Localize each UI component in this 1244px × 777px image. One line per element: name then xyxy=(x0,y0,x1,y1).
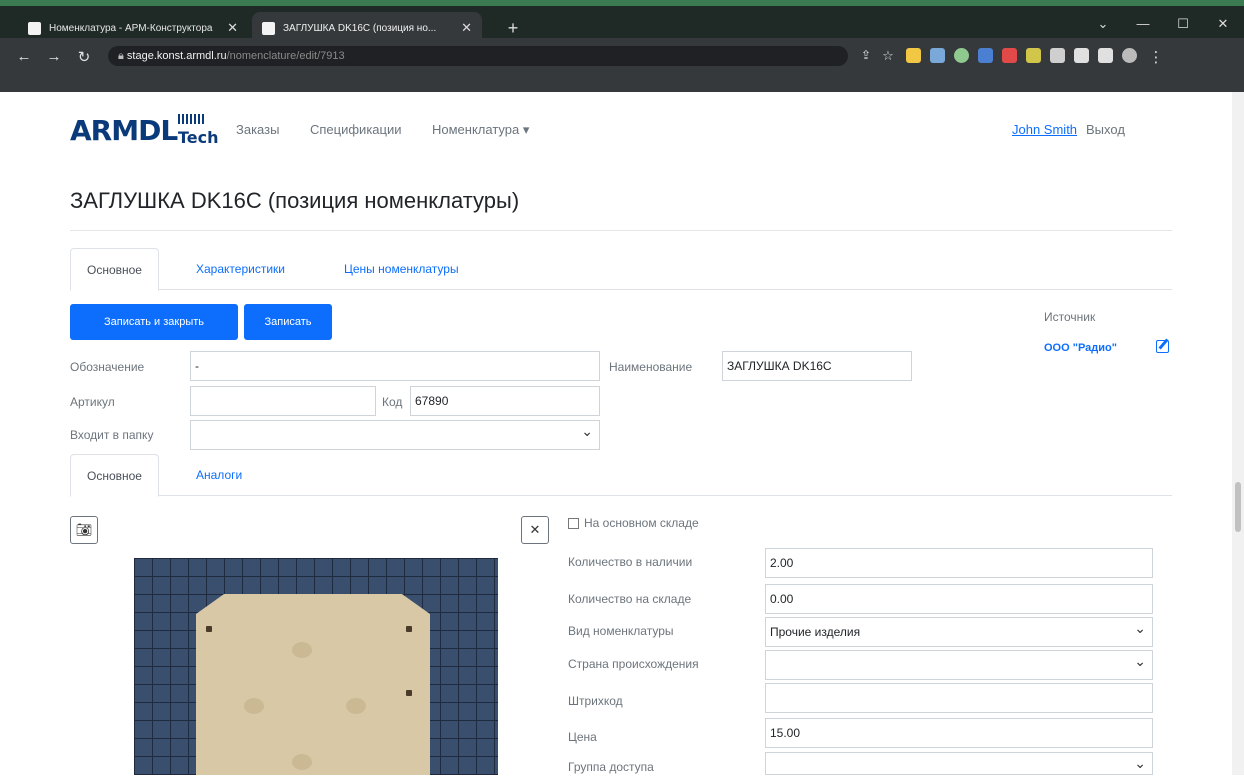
quantity-available-input[interactable]: 2.00 xyxy=(765,548,1153,578)
extension-icon[interactable] xyxy=(954,48,969,63)
country-label: Страна происхождения xyxy=(568,657,699,671)
quantity-warehouse-input[interactable]: 0.00 xyxy=(765,584,1153,614)
tab-search-icon[interactable]: ⌄ xyxy=(1090,16,1116,32)
share-icon[interactable]: ⇪ xyxy=(856,48,876,62)
close-window-icon[interactable]: ✕ xyxy=(1210,16,1236,32)
sub-tabs: Основное Аналоги xyxy=(70,454,1172,497)
tab-characteristics[interactable]: Характеристики xyxy=(180,248,301,290)
nomenclature-type-label: Вид номенклатуры xyxy=(568,624,674,638)
save-close-button[interactable]: Записать и закрыть xyxy=(70,304,238,340)
source-label: Источник xyxy=(1044,310,1096,324)
camera-button[interactable]: 📷︎ xyxy=(70,516,98,544)
logo-bars-icon xyxy=(178,114,206,124)
scrollbar-thumb[interactable] xyxy=(1235,482,1241,532)
extension-icon[interactable] xyxy=(1026,48,1041,63)
logout-link[interactable]: Выход xyxy=(1086,122,1125,137)
extension-icon[interactable] xyxy=(1050,48,1065,63)
nav-nomenclature-dropdown[interactable]: Номенклатура ▾ xyxy=(432,122,529,138)
quantity-available-label: Количество в наличии xyxy=(568,555,693,569)
access-group-select[interactable] xyxy=(765,749,1153,777)
url-path: /nomenclature/edit/7913 xyxy=(226,50,345,62)
designation-label: Обозначение xyxy=(70,360,145,374)
plate-spot xyxy=(244,698,264,714)
photo-plate xyxy=(196,594,430,775)
page-title: ЗАГЛУШКА DK16C (позиция номенклатуры) xyxy=(70,188,520,213)
price-input[interactable]: 15.00 xyxy=(765,718,1153,748)
save-button[interactable]: Записать xyxy=(244,304,332,340)
lock-icon: 🔒︎ xyxy=(118,50,127,62)
close-icon: ✕ xyxy=(529,522,541,537)
logo-sub: Tech xyxy=(178,128,219,147)
close-tab-icon[interactable]: ✕ xyxy=(461,20,472,36)
quantity-warehouse-label: Количество на складе xyxy=(568,592,692,606)
user-link[interactable]: John Smith xyxy=(1012,122,1077,137)
nomenclature-type-select[interactable]: Прочие изделия xyxy=(765,614,1153,647)
plate-spot xyxy=(346,698,366,714)
address-input[interactable]: 🔒︎ stage.konst.armdl.ru/nomenclature/edi… xyxy=(108,46,848,66)
barcode-input[interactable] xyxy=(765,683,1153,713)
product-photo xyxy=(134,558,498,775)
tab-prices[interactable]: Цены номенклатуры xyxy=(328,248,475,290)
plate-spot xyxy=(292,754,312,770)
reload-icon[interactable]: ↻ xyxy=(74,48,94,66)
logo-text: ARMDL xyxy=(70,114,178,147)
close-tab-icon[interactable]: ✕ xyxy=(227,20,238,36)
designation-input[interactable]: - xyxy=(190,351,600,381)
article-input[interactable] xyxy=(190,386,376,416)
extension-icon[interactable] xyxy=(1002,48,1017,63)
subtab-main[interactable]: Основное xyxy=(70,454,159,497)
extension-icon[interactable] xyxy=(930,48,945,63)
nav-specifications[interactable]: Спецификации xyxy=(310,122,402,137)
main-tabs: Основное Характеристики Цены номенклатур… xyxy=(70,248,1172,291)
price-label: Цена xyxy=(568,730,597,744)
side-panel-icon[interactable] xyxy=(1098,48,1113,63)
tab-main[interactable]: Основное xyxy=(70,248,159,291)
main-warehouse-label: На основном складе xyxy=(584,516,699,530)
edit-icon[interactable] xyxy=(1156,340,1169,353)
site-navbar: ARMDL Tech Заказы Спецификации Номенклат… xyxy=(70,110,1170,150)
plate-spot xyxy=(292,642,312,658)
plate-hole xyxy=(206,626,212,632)
new-tab-icon[interactable]: + xyxy=(502,18,524,40)
maximize-icon[interactable]: ☐ xyxy=(1170,16,1196,32)
barcode-label: Штрихкод xyxy=(568,694,623,708)
page-favicon-icon xyxy=(262,21,275,35)
brand-logo[interactable]: ARMDL Tech xyxy=(70,114,219,147)
forward-icon[interactable]: → xyxy=(44,48,64,65)
main-warehouse-checkbox[interactable] xyxy=(568,518,579,529)
page-content: ARMDL Tech Заказы Спецификации Номенклат… xyxy=(0,92,1232,777)
code-input[interactable]: 67890 xyxy=(410,386,600,416)
extension-icon[interactable] xyxy=(906,48,921,63)
nav-orders[interactable]: Заказы xyxy=(236,122,279,137)
camera-icon: 📷︎ xyxy=(75,522,93,537)
bookmark-star-icon[interactable]: ☆ xyxy=(878,48,898,64)
name-label: Наименование xyxy=(609,360,693,374)
name-input[interactable]: ЗАГЛУШКА DK16C xyxy=(722,351,912,381)
tab-title: Номенклатура - АРМ-Конструктора xyxy=(49,22,213,34)
source-link[interactable]: ООО "Радио" xyxy=(1044,342,1117,354)
profile-avatar-icon[interactable] xyxy=(1122,48,1137,63)
code-label: Код xyxy=(382,395,403,409)
subtab-analogs[interactable]: Аналоги xyxy=(180,454,258,496)
plate-hole xyxy=(406,626,412,632)
back-icon[interactable]: ← xyxy=(14,48,34,65)
folder-label: Входит в папку xyxy=(70,428,154,442)
article-label: Артикул xyxy=(70,395,115,409)
minimize-icon[interactable]: — xyxy=(1130,16,1156,31)
page-favicon-icon xyxy=(28,21,41,35)
folder-select[interactable] xyxy=(190,417,600,450)
browser-tab-bar: Номенклатура - АРМ-Конструктора ✕ ЗАГЛУШ… xyxy=(0,0,1244,44)
remove-photo-button[interactable]: ✕ xyxy=(521,516,549,544)
url-host: stage.konst.armdl.ru xyxy=(126,50,227,62)
tab-title: ЗАГЛУШКА DK16C (позиция но... xyxy=(283,22,437,34)
extension-icon[interactable] xyxy=(978,48,993,63)
divider xyxy=(70,230,1172,231)
browser-toolbar: ← → ↻ 🔒︎ stage.konst.armdl.ru/nomenclatu… xyxy=(0,38,1244,92)
plate-hole xyxy=(406,690,412,696)
browser-menu-icon[interactable]: ⋮ xyxy=(1146,48,1166,66)
extensions-puzzle-icon[interactable] xyxy=(1074,48,1089,63)
access-group-label: Группа доступа xyxy=(568,760,654,774)
page-scrollbar[interactable] xyxy=(1232,92,1244,775)
country-select[interactable] xyxy=(765,647,1153,680)
